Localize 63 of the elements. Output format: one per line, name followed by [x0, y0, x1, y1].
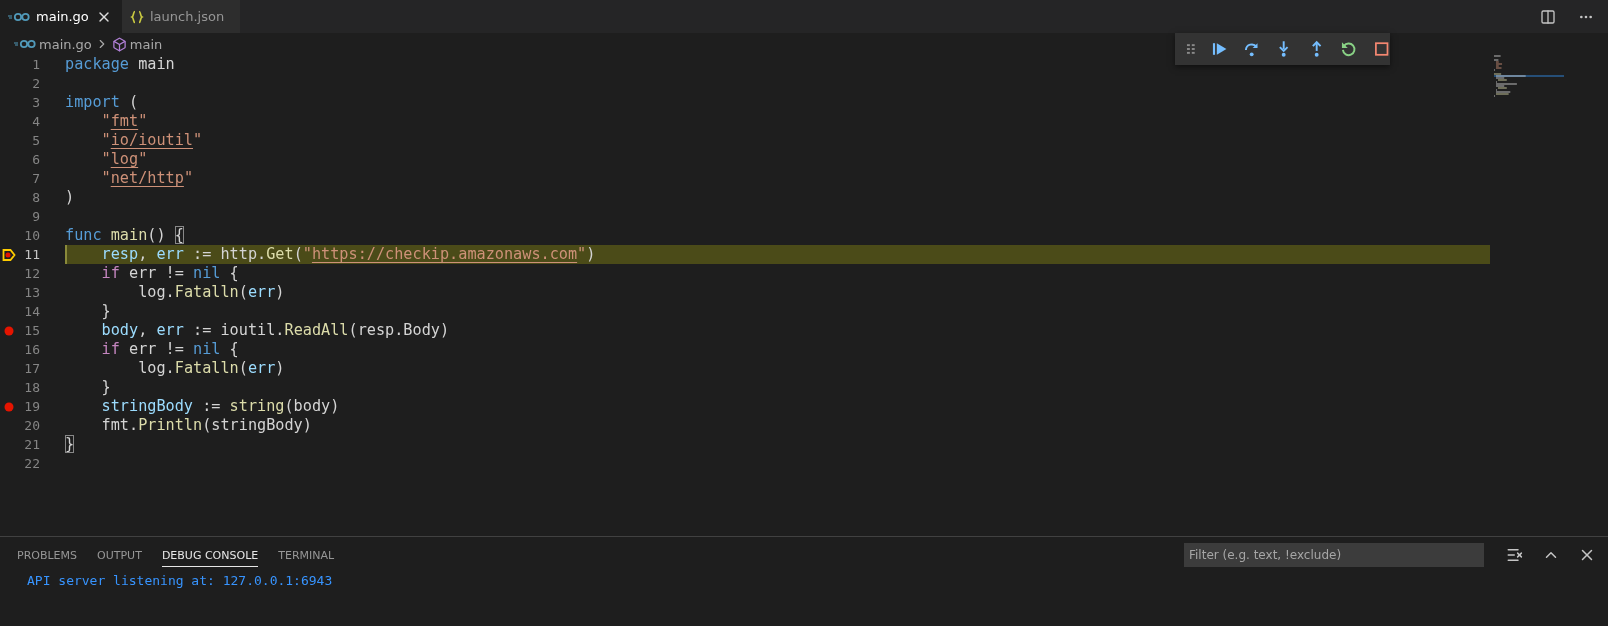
code-line: fmt.Println(stringBody)	[100, 416, 312, 435]
line-number: 3	[31, 95, 40, 110]
code-line: "fmt"	[100, 112, 148, 131]
line-number: 17	[23, 361, 40, 376]
line-number: 14	[23, 304, 40, 319]
code-line: stringBody := string(body)	[100, 397, 340, 416]
cube-icon	[111, 36, 127, 52]
line-number: 13	[23, 285, 40, 300]
code-line: if err != nil {	[100, 340, 239, 359]
line-number: 18	[23, 380, 40, 395]
panel-tab[interactable]: TERMINAL	[278, 543, 335, 567]
line-number: 1	[31, 57, 40, 72]
line-number: 7	[31, 171, 40, 186]
code-line: "io/ioutil"	[100, 131, 203, 150]
code-line: }	[100, 302, 111, 321]
continue-icon[interactable]	[1210, 40, 1229, 58]
current-line-arrow-icon[interactable]	[2, 247, 16, 262]
restart-icon[interactable]	[1340, 40, 1358, 58]
panel-tab[interactable]: OUTPUT	[97, 543, 142, 567]
code-line: log.Fatalln(err)	[137, 283, 285, 302]
panel-tab[interactable]: DEBUG CONSOLE	[161, 543, 259, 567]
code-line: func main() {	[65, 226, 184, 245]
line-number: 22	[23, 456, 40, 471]
code-line: import (	[65, 93, 139, 112]
code-line: "log"	[100, 150, 148, 169]
line-number: 10	[23, 228, 40, 243]
clear-console-icon[interactable]	[1506, 546, 1524, 564]
breakpoint-icon[interactable]	[4, 325, 14, 336]
breadcrumb-item[interactable]: main	[129, 36, 163, 52]
braces-icon	[130, 9, 144, 24]
console-line: API server listening at: 127.0.0.1:6943	[26, 573, 334, 588]
line-number: 5	[31, 133, 40, 148]
code-line: if err != nil {	[100, 264, 239, 283]
breadcrumb-item[interactable]: main.go	[39, 36, 92, 52]
code-line: body, err := ioutil.ReadAll(resp.Body)	[100, 321, 450, 340]
code-line: "net/http"	[100, 169, 194, 188]
split-editor-icon[interactable]	[1540, 8, 1556, 25]
line-number: 21	[23, 437, 40, 452]
line-number: 8	[31, 190, 40, 205]
code-line: }	[65, 435, 75, 454]
panel-tab[interactable]: PROBLEMS	[17, 543, 78, 567]
line-number: 2	[31, 76, 40, 91]
code-line: )	[65, 188, 75, 207]
go-file-icon	[8, 11, 30, 22]
stop-icon[interactable]	[1372, 40, 1390, 58]
code-line: resp, err := http.Get("https://checkip.amazonaws.com")	[100, 245, 596, 264]
code-line: }	[100, 378, 111, 397]
line-number: 11	[23, 247, 40, 262]
editor-tab[interactable]: main.go	[0, 0, 122, 33]
line-number: 12	[23, 266, 40, 281]
line-number: 6	[31, 152, 40, 167]
line-number: 19	[23, 399, 40, 414]
editor-tab[interactable]: launch.json	[122, 0, 240, 33]
line-number: 20	[23, 418, 40, 433]
line-number: 9	[31, 209, 40, 224]
line-number: 16	[23, 342, 40, 357]
filter-field[interactable]: Filter (e.g. text, !exclude)	[1184, 543, 1484, 567]
code-line: log.Fatalln(err)	[137, 359, 285, 378]
line-number: 15	[23, 323, 40, 338]
breakpoint-icon[interactable]	[4, 401, 14, 412]
code-line: package main	[65, 55, 175, 74]
go-file-icon	[14, 39, 36, 49]
line-number: 4	[31, 114, 40, 129]
